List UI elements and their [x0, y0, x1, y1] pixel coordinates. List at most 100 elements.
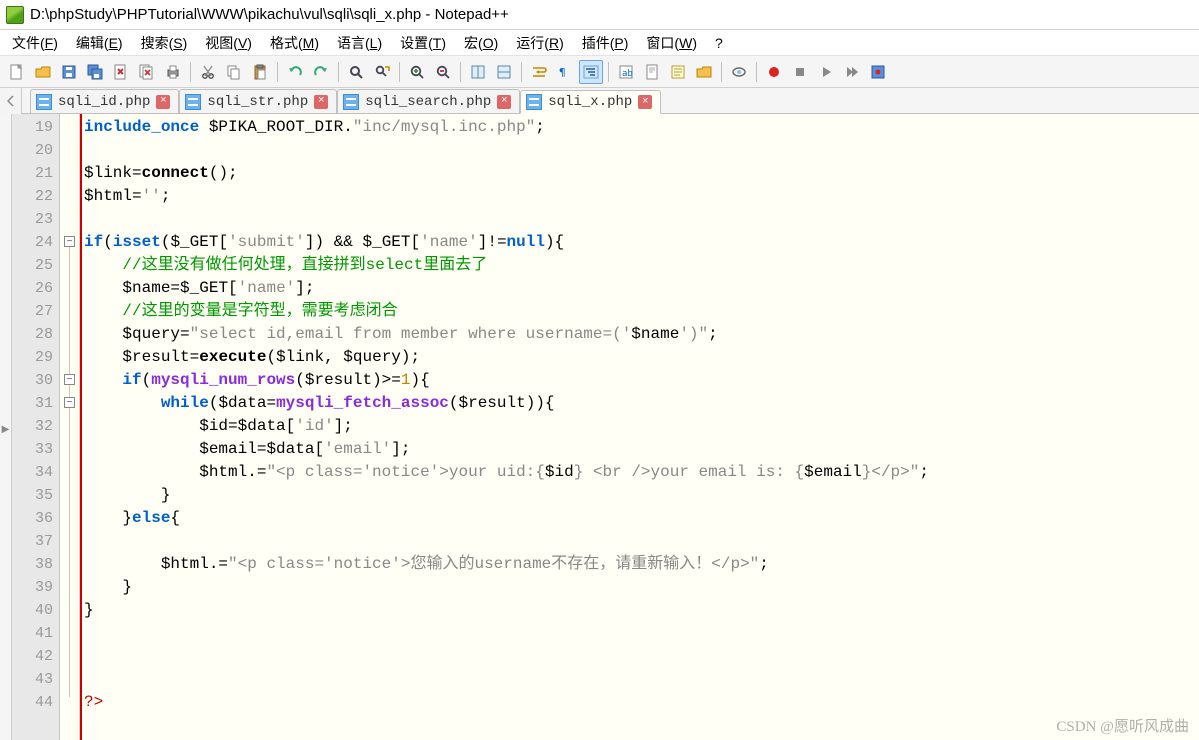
close-all-button[interactable] — [135, 60, 159, 84]
tab-close-button[interactable]: × — [314, 95, 328, 109]
menu-S[interactable]: 搜索(S) — [135, 31, 194, 55]
redo-icon — [313, 64, 329, 80]
title-bar: D:\phpStudy\PHPTutorial\WWW\pikachu\vul\… — [0, 0, 1199, 30]
tabstrip-scroll-left[interactable] — [0, 88, 22, 114]
code-line[interactable]: //这里没有做任何处理，直接拼到select里面去了 — [82, 254, 1199, 277]
tab-close-button[interactable]: × — [638, 95, 652, 109]
save-all-button[interactable] — [83, 60, 107, 84]
code-line[interactable]: if(mysqli_num_rows($result)>=1){ — [82, 369, 1199, 392]
code-line[interactable]: $name=$_GET['name']; — [82, 277, 1199, 300]
play-button[interactable] — [814, 60, 838, 84]
code-line[interactable] — [82, 530, 1199, 553]
line-number: 41 — [12, 622, 59, 645]
eye-button[interactable] — [727, 60, 751, 84]
tab-sqli_search-php[interactable]: sqli_search.php × — [337, 89, 520, 113]
code-line[interactable] — [82, 645, 1199, 668]
code-line[interactable]: }else{ — [82, 507, 1199, 530]
stop-icon — [792, 64, 808, 80]
code-line[interactable]: //这里的变量是字符型，需要考虑闭合 — [82, 300, 1199, 323]
print-button[interactable] — [161, 60, 185, 84]
cut-icon — [200, 64, 216, 80]
code-line[interactable]: } — [82, 599, 1199, 622]
code-line[interactable]: } — [82, 576, 1199, 599]
play-multi-icon — [844, 64, 860, 80]
play-multi-button[interactable] — [840, 60, 864, 84]
menu-P[interactable]: 插件(P) — [576, 31, 635, 55]
wrap-icon — [531, 64, 547, 80]
indent-guide-icon — [583, 64, 599, 80]
tab-label: sqli_x.php — [548, 94, 632, 110]
code-line[interactable]: ?> — [82, 691, 1199, 714]
file-icon — [343, 94, 359, 110]
save-icon — [61, 64, 77, 80]
code-line[interactable]: if(isset($_GET['submit']) && $_GET['name… — [82, 231, 1199, 254]
indent-guide-button[interactable] — [579, 60, 603, 84]
close-button[interactable] — [109, 60, 133, 84]
menu-L[interactable]: 语言(L) — [331, 31, 388, 55]
code-line[interactable] — [82, 622, 1199, 645]
zoom-out-button[interactable] — [431, 60, 455, 84]
code-line[interactable]: $result=execute($link, $query); — [82, 346, 1199, 369]
folder-button[interactable] — [692, 60, 716, 84]
undo-button[interactable] — [283, 60, 307, 84]
sync-h-button[interactable] — [492, 60, 516, 84]
zoom-in-button[interactable] — [405, 60, 429, 84]
fold-toggle[interactable]: − — [64, 374, 75, 385]
sync-v-button[interactable] — [466, 60, 490, 84]
tab-close-button[interactable]: × — [156, 95, 170, 109]
menu-V[interactable]: 视图(V) — [199, 31, 258, 55]
menu-E[interactable]: 编辑(E) — [70, 31, 129, 55]
svg-text:¶: ¶ — [559, 66, 566, 79]
replace-button[interactable] — [370, 60, 394, 84]
all-chars-button[interactable]: ¶ — [553, 60, 577, 84]
menu-T[interactable]: 设置(T) — [394, 31, 452, 55]
find-icon — [348, 64, 364, 80]
tab-sqli_str-php[interactable]: sqli_str.php× — [179, 89, 337, 113]
code-line[interactable]: $query="select id,email from member wher… — [82, 323, 1199, 346]
open-file-button[interactable] — [31, 60, 55, 84]
menu-O[interactable]: 宏(O) — [458, 31, 504, 55]
tab-label: sqli_search.php — [365, 94, 491, 110]
code-line[interactable]: $html=''; — [82, 185, 1199, 208]
code-line[interactable] — [82, 668, 1199, 691]
menu-W[interactable]: 窗口(W) — [640, 31, 703, 55]
fold-toggle[interactable]: − — [64, 236, 75, 247]
code-area[interactable]: include_once $PIKA_ROOT_DIR."inc/mysql.i… — [80, 114, 1199, 740]
code-line[interactable]: $id=$data['id']; — [82, 415, 1199, 438]
save-button[interactable] — [57, 60, 81, 84]
code-line[interactable]: $email=$data['email']; — [82, 438, 1199, 461]
code-line[interactable]: $html.="<p class='notice'>your uid:{$id}… — [82, 461, 1199, 484]
code-line[interactable]: } — [82, 484, 1199, 507]
record-button[interactable] — [762, 60, 786, 84]
menu-F[interactable]: 文件(F) — [6, 31, 64, 55]
find-button[interactable] — [344, 60, 368, 84]
code-line[interactable]: include_once $PIKA_ROOT_DIR."inc/mysql.i… — [82, 116, 1199, 139]
doc-map-button[interactable] — [640, 60, 664, 84]
redo-button[interactable] — [309, 60, 333, 84]
lang-button[interactable]: ab — [614, 60, 638, 84]
left-margin-handle[interactable]: ▶ — [0, 114, 12, 740]
cut-button[interactable] — [196, 60, 220, 84]
copy-button[interactable] — [222, 60, 246, 84]
save-macro-button[interactable] — [866, 60, 890, 84]
menu-?[interactable]: ? — [709, 33, 729, 53]
menu-M[interactable]: 格式(M) — [264, 31, 325, 55]
wrap-button[interactable] — [527, 60, 551, 84]
func-list-button[interactable] — [666, 60, 690, 84]
code-line[interactable]: $link=connect(); — [82, 162, 1199, 185]
close-icon — [113, 64, 129, 80]
tab-sqli_id-php[interactable]: sqli_id.php× — [30, 89, 179, 113]
new-file-button[interactable] — [5, 60, 29, 84]
paste-button[interactable] — [248, 60, 272, 84]
code-line[interactable]: while($data=mysqli_fetch_assoc($result))… — [82, 392, 1199, 415]
code-line[interactable] — [82, 208, 1199, 231]
line-number: 43 — [12, 668, 59, 691]
stop-button[interactable] — [788, 60, 812, 84]
code-line[interactable]: $html.="<p class='notice'>您输入的username不存… — [82, 553, 1199, 576]
menu-R[interactable]: 运行(R) — [510, 31, 569, 55]
tab-sqli_x-php[interactable]: sqli_x.php × — [520, 90, 661, 114]
line-number: 30 — [12, 369, 59, 392]
fold-toggle[interactable]: − — [64, 397, 75, 408]
code-line[interactable] — [82, 139, 1199, 162]
tab-close-button[interactable]: × — [497, 95, 511, 109]
